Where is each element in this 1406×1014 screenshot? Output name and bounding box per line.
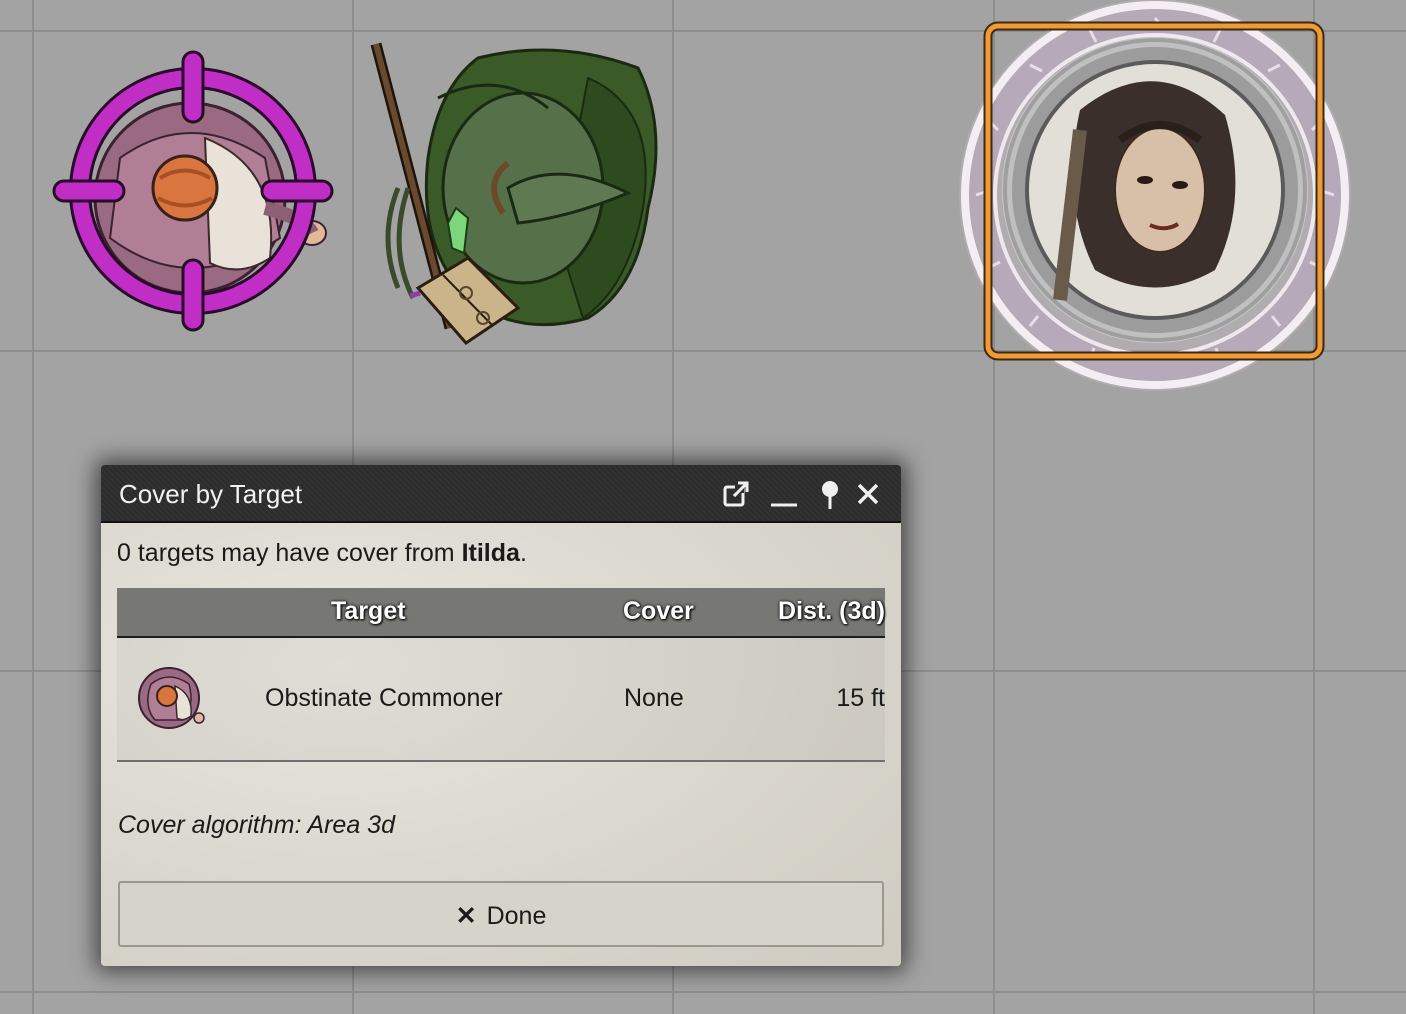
table-header: Target Cover Dist. (3d)	[117, 588, 885, 638]
token-green-caster[interactable]	[358, 38, 664, 354]
cover-dialog: Cover by Target 0 targets may have cover…	[101, 465, 901, 966]
done-label: Done	[486, 902, 547, 930]
target-portrait-icon	[135, 662, 207, 734]
popout-icon[interactable]	[721, 479, 751, 509]
dialog-header[interactable]: Cover by Target	[101, 465, 901, 523]
target-distance: 15 ft	[836, 684, 885, 712]
minimize-icon[interactable]	[769, 479, 799, 509]
grid-line	[32, 0, 34, 1014]
summary-prefix: 0 targets may have cover from	[117, 539, 462, 567]
cover-algorithm-note: Cover algorithm: Area 3d	[118, 811, 395, 839]
cover-summary: 0 targets may have cover from Itilda.	[117, 539, 527, 568]
dialog-title: Cover by Target	[119, 479, 303, 509]
pin-icon[interactable]	[815, 479, 845, 509]
done-button[interactable]: ✕ Done	[118, 881, 884, 947]
source-token-name: Itilda	[461, 539, 520, 567]
close-icon[interactable]	[853, 479, 883, 509]
game-canvas[interactable]: Cover by Target 0 targets may have cover…	[0, 0, 1406, 1014]
cover-table: Target Cover Dist. (3d) Obstinate Common…	[117, 588, 885, 762]
target-name: Obstinate Commoner	[265, 684, 503, 712]
token-obstinate-commoner[interactable]	[50, 48, 336, 334]
caster-token-art	[370, 42, 658, 345]
grid-line	[0, 991, 1406, 993]
column-header-distance: Dist. (3d)	[778, 597, 885, 625]
itilda-token-art	[959, 0, 1351, 391]
column-header-cover: Cover	[623, 597, 694, 625]
close-icon: ✕	[455, 902, 477, 930]
summary-suffix: .	[519, 539, 527, 567]
table-row[interactable]: Obstinate Commoner None 15 ft	[117, 638, 885, 762]
target-cover: None	[624, 684, 684, 712]
done-button-content: ✕ Done	[120, 901, 882, 931]
column-header-target: Target	[331, 597, 406, 625]
commoner-token-art	[52, 50, 334, 332]
token-itilda[interactable]	[950, 0, 1362, 400]
